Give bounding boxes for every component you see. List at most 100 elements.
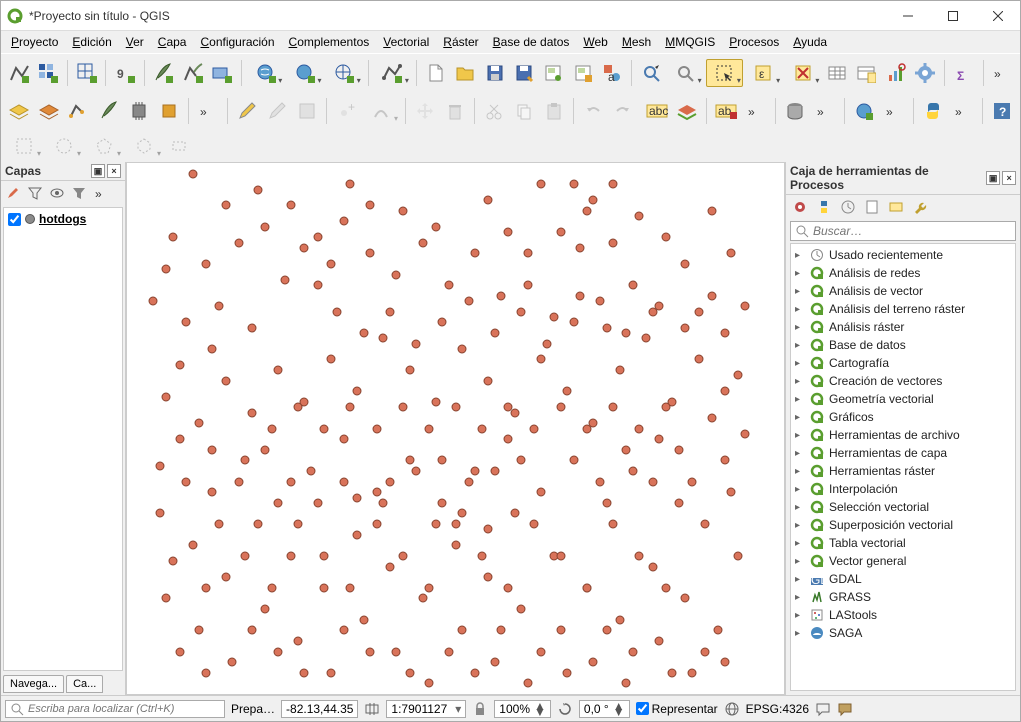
overflow-2-icon[interactable]: » bbox=[194, 97, 222, 125]
globe-plus-icon[interactable]: ▾ bbox=[286, 59, 323, 87]
overflow-icon[interactable]: » bbox=[988, 59, 1015, 87]
toolbox-item-cartograf-a[interactable]: ▸Cartografía bbox=[793, 354, 1013, 372]
database-icon[interactable] bbox=[781, 97, 809, 125]
panel-close-icon[interactable]: × bbox=[107, 164, 121, 178]
menu-complementos[interactable]: Complementos bbox=[283, 33, 376, 51]
grid-plus-icon[interactable] bbox=[73, 59, 100, 87]
new-file-icon[interactable] bbox=[422, 59, 449, 87]
toolbox-undock-icon[interactable]: ▣ bbox=[986, 171, 1000, 185]
add-point-icon[interactable]: + bbox=[332, 97, 360, 125]
search-dropdown-icon[interactable]: ▾ bbox=[666, 59, 703, 87]
toolbox-item-an-lisis-de-vector[interactable]: ▸Análisis de vector bbox=[793, 282, 1013, 300]
toolbox-item-saga[interactable]: ▸SAGA bbox=[793, 624, 1013, 642]
menu-web[interactable]: Web bbox=[577, 33, 613, 51]
map-canvas[interactable] bbox=[126, 162, 785, 695]
select-expr-icon[interactable]: ε▾ bbox=[745, 59, 782, 87]
toolbox-item-vector-general[interactable]: ▸Vector general bbox=[793, 552, 1013, 570]
toolbox-item-grass[interactable]: ▸GRASS bbox=[793, 588, 1013, 606]
pixel-grid-icon[interactable] bbox=[34, 59, 61, 87]
cut-icon[interactable] bbox=[480, 97, 508, 125]
toolbox-item-an-lisis-del-terreno-r-ster[interactable]: ▸Análisis del terreno ráster bbox=[793, 300, 1013, 318]
crs-globe-icon[interactable] bbox=[724, 701, 740, 717]
menu-capa[interactable]: Capa bbox=[152, 33, 193, 51]
undo-icon[interactable] bbox=[579, 97, 607, 125]
coords-field[interactable]: -82.13,44.35 bbox=[281, 700, 358, 718]
layer-yellow-icon[interactable] bbox=[5, 97, 33, 125]
comma-icon[interactable]: 9 bbox=[111, 59, 138, 87]
save-as-icon[interactable] bbox=[510, 59, 537, 87]
wms-icon[interactable] bbox=[209, 59, 236, 87]
statistics-icon[interactable] bbox=[882, 59, 909, 87]
new-vector-icon[interactable] bbox=[5, 59, 32, 87]
messages-log-icon[interactable] bbox=[815, 701, 831, 717]
layout-manager-icon[interactable] bbox=[569, 59, 596, 87]
help-icon[interactable]: ? bbox=[988, 97, 1016, 125]
globe-grid-icon[interactable]: ▾ bbox=[325, 59, 362, 87]
toolbox-item-herramientas-de-archivo[interactable]: ▸Herramientas de archivo bbox=[793, 426, 1013, 444]
print-layout-icon[interactable] bbox=[540, 59, 567, 87]
rotation-field[interactable]: 0,0 °▲▼ bbox=[579, 700, 630, 718]
toolbox-item-gr-ficos[interactable]: ▸Gráficos bbox=[793, 408, 1013, 426]
edit-model-icon[interactable] bbox=[886, 197, 906, 217]
delete-icon[interactable] bbox=[441, 97, 469, 125]
snap-poly-icon[interactable]: ▾ bbox=[85, 132, 123, 160]
toolbox-item-geometr-a-vectorial[interactable]: ▸Geometría vectorial bbox=[793, 390, 1013, 408]
snap-circle-icon[interactable]: ▾ bbox=[45, 132, 83, 160]
menu-edición[interactable]: Edición bbox=[66, 33, 117, 51]
snap-rect-icon[interactable] bbox=[165, 132, 193, 160]
paste-icon[interactable] bbox=[540, 97, 568, 125]
toolbox-item-base-de-datos[interactable]: ▸Base de datos bbox=[793, 336, 1013, 354]
toolbox-item-gdal[interactable]: ▸GDALGDAL bbox=[793, 570, 1013, 588]
lock-icon[interactable] bbox=[472, 701, 488, 717]
menu-mmqgis[interactable]: MMQGIS bbox=[659, 33, 721, 51]
toolbox-item-an-lisis-de-redes[interactable]: ▸Análisis de redes bbox=[793, 264, 1013, 282]
panel-undock-icon[interactable]: ▣ bbox=[91, 164, 105, 178]
toolbox-item-selecci-n-vectorial[interactable]: ▸Selección vectorial bbox=[793, 498, 1013, 516]
vector-feather-icon[interactable] bbox=[179, 59, 206, 87]
maximize-button[interactable] bbox=[930, 1, 975, 30]
digitize-icon[interactable]: ▾ bbox=[362, 97, 400, 125]
tab-navega[interactable]: Navega... bbox=[3, 675, 64, 693]
attribute-table-icon[interactable] bbox=[823, 59, 850, 87]
overflow-4-icon[interactable]: » bbox=[811, 97, 839, 125]
toolbox-item-herramientas-r-ster[interactable]: ▸Herramientas ráster bbox=[793, 462, 1013, 480]
snap-grid-icon[interactable]: ▾ bbox=[5, 132, 43, 160]
overflow-3-icon[interactable]: » bbox=[742, 97, 770, 125]
toolbox-item-lastools[interactable]: ▸LAStools bbox=[793, 606, 1013, 624]
magnifier-field[interactable]: 100%▲▼ bbox=[494, 700, 551, 718]
pencil-icon[interactable] bbox=[233, 97, 261, 125]
overflow-5-icon[interactable]: » bbox=[880, 97, 908, 125]
gear-red-icon[interactable] bbox=[790, 197, 810, 217]
sigma-icon[interactable]: Σ bbox=[950, 59, 977, 87]
toolbox-item-tabla-vectorial[interactable]: ▸Tabla vectorial bbox=[793, 534, 1013, 552]
menu-ayuda[interactable]: Ayuda bbox=[787, 33, 833, 51]
toolbox-item-herramientas-de-capa[interactable]: ▸Herramientas de capa bbox=[793, 444, 1013, 462]
rotation-icon[interactable] bbox=[557, 701, 573, 717]
copy-icon[interactable] bbox=[510, 97, 538, 125]
toolbox-search-input[interactable] bbox=[813, 224, 1011, 238]
feather-tool-icon[interactable] bbox=[95, 97, 123, 125]
history-clock-icon[interactable] bbox=[838, 197, 858, 217]
expand-icon[interactable]: » bbox=[91, 183, 111, 203]
toolbox-item-usado-recientemente[interactable]: ▸Usado recientemente bbox=[793, 246, 1013, 264]
toolbox-close-icon[interactable]: × bbox=[1002, 171, 1016, 185]
move-feature-icon[interactable] bbox=[411, 97, 439, 125]
menu-base-de-datos[interactable]: Base de datos bbox=[487, 33, 576, 51]
layer-item-hotdogs[interactable]: hotdogs bbox=[6, 210, 120, 228]
save-icon[interactable] bbox=[481, 59, 508, 87]
select-rect-icon[interactable]: ▾ bbox=[706, 59, 743, 87]
notifications-icon[interactable] bbox=[837, 701, 853, 717]
label-layers-icon[interactable] bbox=[673, 97, 701, 125]
render-checkbox[interactable] bbox=[636, 702, 649, 715]
redo-icon[interactable] bbox=[609, 97, 637, 125]
style-manager-icon[interactable]: a bbox=[599, 59, 626, 87]
layer-orange-icon[interactable] bbox=[35, 97, 63, 125]
deselect-icon[interactable]: ▾ bbox=[784, 59, 821, 87]
chip-icon[interactable] bbox=[125, 97, 153, 125]
crs-label[interactable]: EPSG:4326 bbox=[746, 702, 809, 716]
extent-icon[interactable] bbox=[364, 701, 380, 717]
menu-ráster[interactable]: Ráster bbox=[437, 33, 484, 51]
save-edits-icon[interactable] bbox=[293, 97, 321, 125]
globe-db-icon[interactable] bbox=[850, 97, 878, 125]
menu-mesh[interactable]: Mesh bbox=[616, 33, 657, 51]
